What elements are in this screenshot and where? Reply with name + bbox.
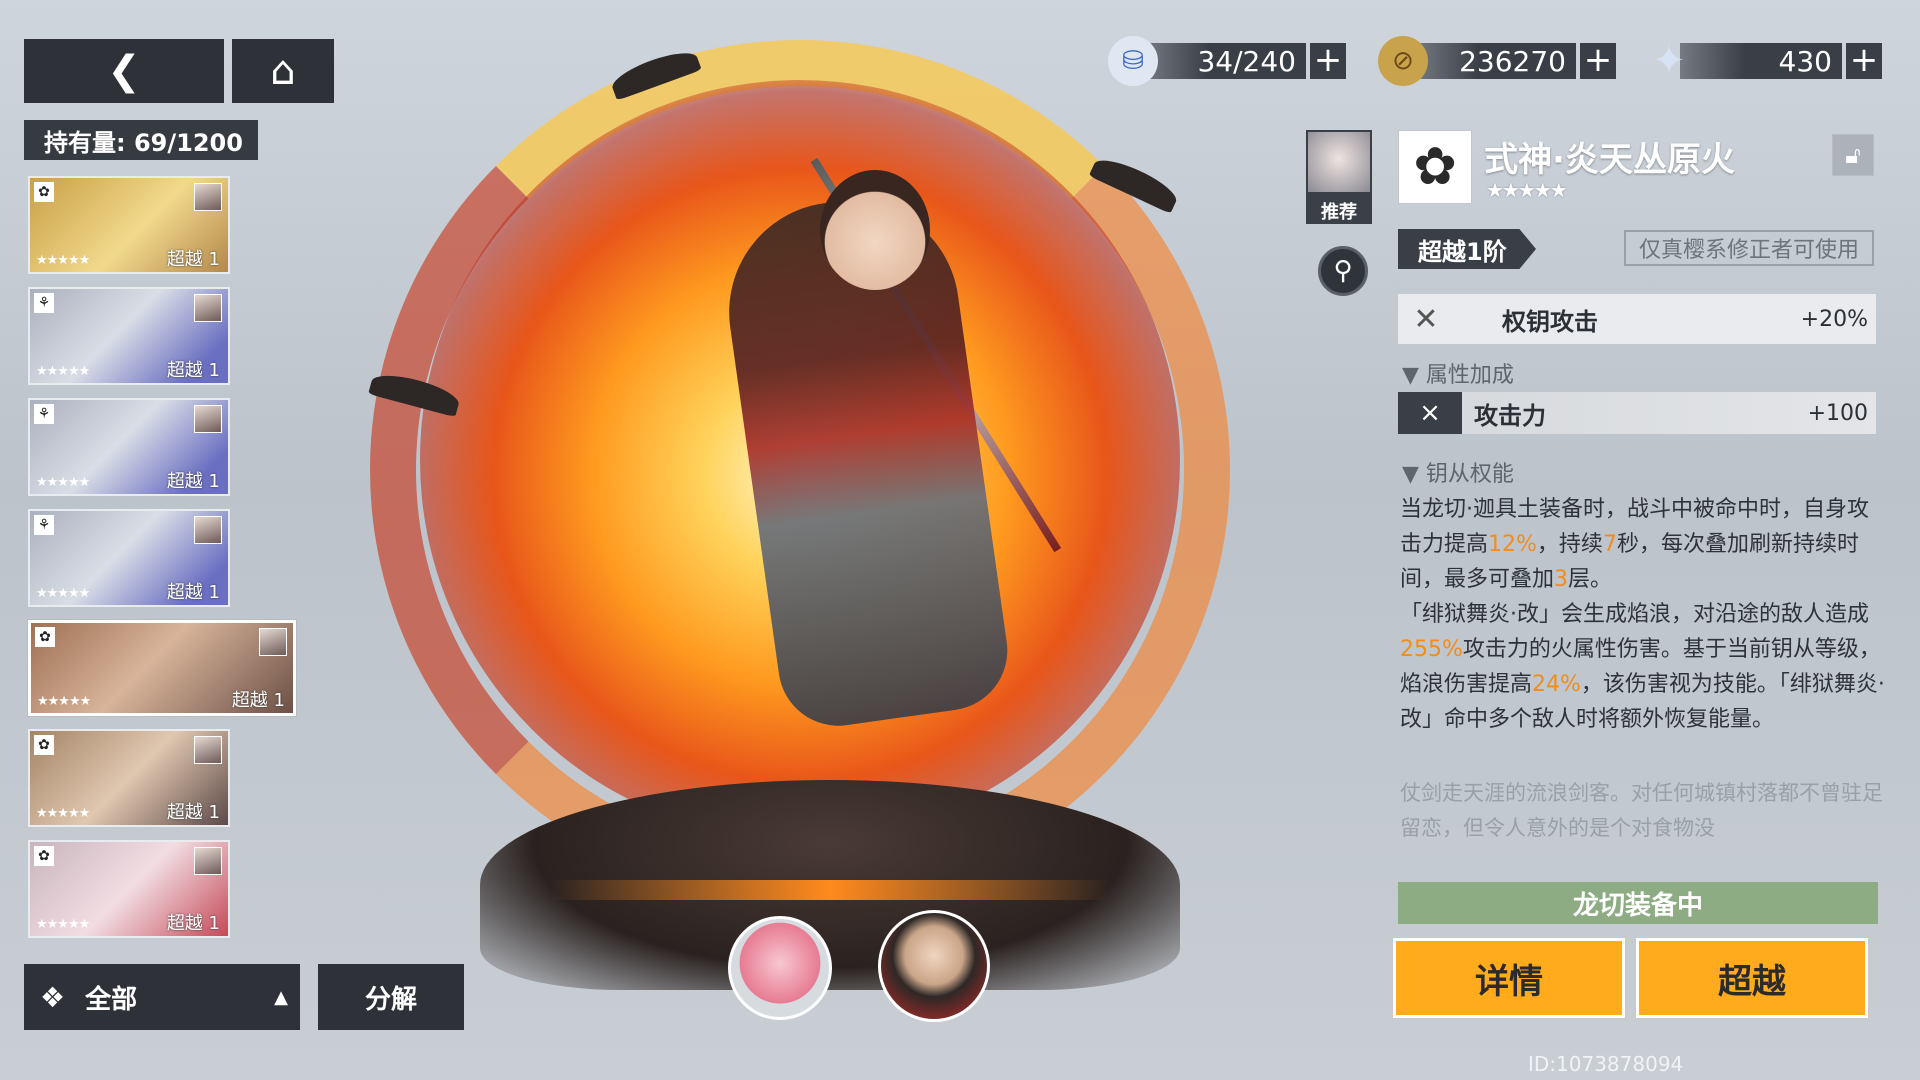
card-stars: ★★★★★ [36,586,90,601]
equipment-card[interactable]: ⚘ ★★★★★ 超越 1 [28,287,230,385]
lava-stream [550,880,1110,900]
currency-value: 430 [1680,43,1842,79]
user-id: ID:1073878094 [1528,1052,1684,1076]
card-stars: ★★★★★ [36,364,90,379]
filter-icon: ❖ [40,980,66,1014]
add-crystal-button[interactable]: + [1846,43,1882,79]
magnifier-icon: ⚲ [1333,256,1353,286]
crystal-icon: ✦ [1652,38,1686,84]
equipped-status: 龙切装备中 [1398,882,1878,924]
filter-dropdown[interactable]: ❖ 全部 ▲ [24,964,300,1030]
main-stat: ✕ 权钥攻击 +20% [1398,294,1876,344]
card-stars: ★★★★★ [36,806,90,821]
lock-button[interactable]: 🔓︎ [1832,134,1874,176]
equipment-card[interactable]: ⚘ ★★★★★ 超越 1 [28,509,230,607]
back-button[interactable]: ❮ [24,39,224,103]
card-transcend: 超越 1 [166,249,220,270]
add-stamina-button[interactable]: + [1310,43,1346,79]
branch-tag-icon: ⚘ [34,404,54,424]
sub-stat-value: +100 [1807,400,1868,426]
equipment-card[interactable]: ⚘ ★★★★★ 超越 1 [28,398,230,496]
detail-button[interactable]: 详情 [1393,938,1625,1018]
currency-stamina: ⛁ 34/240 + [1108,36,1346,86]
character-avatar[interactable] [728,916,832,1020]
home-icon: ⌂ [270,48,296,94]
avatar [194,183,222,211]
card-stars: ★★★★★ [36,253,90,268]
main-stat-name: 权钥攻击 [1502,307,1598,336]
equipment-card[interactable]: ✿ ★★★★★ 超越 1 [28,840,230,938]
currency-crystal: ✦ 430 + [1644,38,1882,84]
avatar [194,516,222,544]
attribute-bonus-header[interactable]: ▼ 属性加成 [1402,357,1514,389]
holding-count: 持有量: 69/1200 [24,120,258,160]
card-stars: ★★★★★ [37,694,91,709]
character-head [820,170,930,290]
main-stat-value: +20% [1800,306,1868,332]
equipment-name: 式神·炎天丛原火 [1484,140,1735,180]
sakura-tag-icon: ✿ [35,627,55,647]
avatar [194,736,222,764]
currency-value: 34/240 [1144,43,1306,79]
avatar [259,628,287,656]
card-transcend: 超越 1 [166,913,220,934]
card-transcend: 超越 1 [166,471,220,492]
sakura-tag-icon: ✿ [34,182,54,202]
branch-tag-icon: ⚘ [34,515,54,535]
flavor-text: 仗剑走天涯的流浪剑客。对任何城镇村落都不曾驻足留恋，但令人意外的是个对食物没 [1400,781,1883,840]
transcend-tier: 超越1阶 [1398,229,1536,269]
decompose-button[interactable]: 分解 [318,964,464,1030]
equipment-card[interactable]: ✿ ★★★★★ 超越 1 [28,176,230,274]
recommend-label: 推荐 [1321,202,1357,223]
avatar [1308,132,1370,192]
equipment-card[interactable]: ✿ ★★★★★ 超越 1 [28,729,230,827]
card-transcend: 超越 1 [231,690,285,711]
collapse-arrow-icon: ▼ [1402,462,1419,487]
unlock-icon: 🔓︎ [1845,141,1861,169]
transcend-button[interactable]: 超越 [1636,938,1868,1018]
skill-description: 当龙切·迦具土装备时，战斗中被命中时，自身攻击力提高12%，持续7秒，每次叠加刷… [1400,497,1885,732]
usage-restriction: 仅真樱系修正者可使用 [1624,230,1874,266]
sub-stat: ⨯ 攻击力 +100 [1398,392,1876,434]
card-stars: ★★★★★ [36,475,90,490]
card-transcend: 超越 1 [166,582,220,603]
currency-value: 236270 [1414,43,1576,79]
equipment-stars: ★★★★★ [1486,178,1568,202]
equipment-card-list[interactable]: ✿ ★★★★★ 超越 1 ⚘ ★★★★★ 超越 1 ⚘ ★★★★★ 超越 1 ⚘… [28,176,296,951]
sakura-emblem-icon: ✿ [1398,130,1472,204]
sub-stat-name: 攻击力 [1474,401,1546,430]
key-attack-icon: ✕ [1413,301,1439,337]
chevron-left-icon: ❮ [107,48,141,94]
triangle-up-icon: ▲ [274,986,288,1008]
branch-tag-icon: ⚘ [34,293,54,313]
currency-coin: ⊘ 236270 + [1378,36,1616,86]
coin-icon: ⊘ [1378,36,1428,86]
collapse-arrow-icon: ▼ [1402,363,1419,388]
add-coin-button[interactable]: + [1580,43,1616,79]
card-transcend: 超越 1 [166,802,220,823]
card-transcend: 超越 1 [166,360,220,381]
home-button[interactable]: ⌂ [232,39,334,103]
filter-label: 全部 [85,984,138,1015]
zoom-button[interactable]: ⚲ [1318,246,1368,296]
sakura-tag-icon: ✿ [34,846,54,866]
sakura-tag-icon: ✿ [34,735,54,755]
recommend-button[interactable]: 推荐 [1306,130,1372,224]
equipment-card-selected[interactable]: ✿ ★★★★★ 超越 1 [28,620,296,716]
stamina-icon: ⛁ [1108,36,1158,86]
avatar [194,405,222,433]
skill-header[interactable]: ▼ 钥从权能 [1402,456,1514,488]
card-stars: ★★★★★ [36,917,90,932]
attack-icon: ⨯ [1398,392,1462,434]
character-avatar-selected[interactable] [878,910,990,1022]
avatar [194,294,222,322]
avatar [194,847,222,875]
